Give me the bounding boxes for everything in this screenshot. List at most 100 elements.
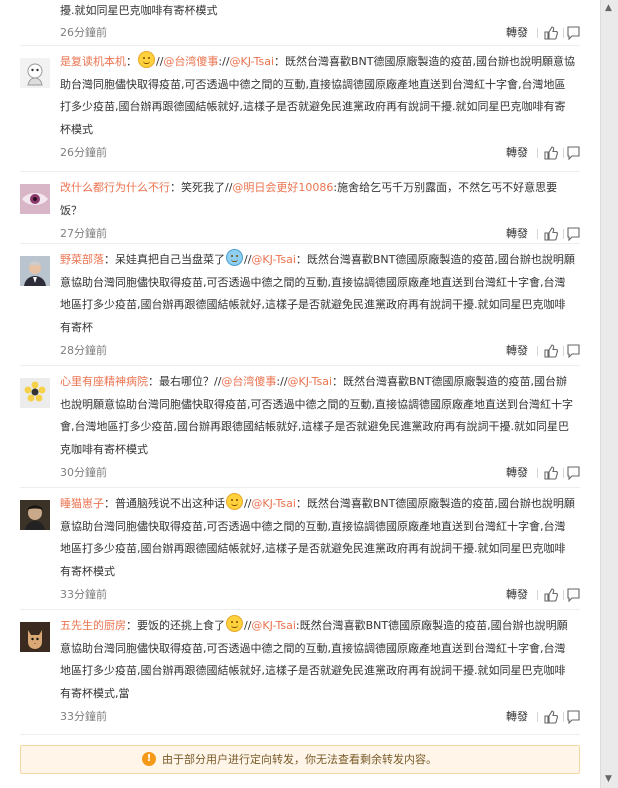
forward-button[interactable]: 轉發 [506, 584, 528, 606]
reply-icon[interactable] [567, 146, 580, 160]
comment-time: 28分鐘前 [60, 344, 107, 357]
divider [537, 590, 538, 600]
comment-body-text: ：要饭的还挑上食了 [126, 619, 225, 632]
comment-meta: 30分鐘前 轉發 [60, 462, 580, 484]
comment-divider [20, 609, 580, 610]
comment-divider [20, 487, 580, 488]
comment-meta: 33分鐘前 轉發 [60, 584, 580, 606]
emoji-icon [226, 249, 243, 266]
divider [537, 229, 538, 239]
comment-time: 27分鐘前 [60, 227, 107, 240]
scroll-down-arrow-icon[interactable]: ▼ [605, 775, 612, 784]
mention-link[interactable]: @KJ-Tsai [251, 253, 295, 266]
comment-text: 五先生的厨房：要饭的还挑上食了//@KJ-Tsai:既然台灣喜歡BNT德國原廠製… [60, 615, 576, 705]
forward-button[interactable]: 轉發 [506, 340, 528, 362]
warning-icon: ! [142, 752, 156, 766]
divider [563, 712, 564, 722]
comment-body-text: ：呆娃真把自己当盘菜了 [104, 253, 225, 266]
user-avatar[interactable] [20, 378, 50, 408]
forward-button[interactable]: 轉發 [506, 462, 528, 484]
comment-time: 33分鐘前 [60, 588, 107, 601]
comment-text: 心里有座精神病院：最右哪位？//@台湾傻事://@KJ-Tsai：既然台灣喜歡B… [60, 371, 576, 461]
comment-meta: 33分鐘前 轉發 [60, 706, 580, 728]
divider [537, 468, 538, 478]
comment-username[interactable]: 睡猫崽子 [60, 497, 104, 510]
reply-icon[interactable] [567, 344, 580, 358]
comment-time: 26分鐘前 [60, 146, 107, 159]
divider [537, 148, 538, 158]
like-icon[interactable] [544, 588, 558, 602]
user-avatar[interactable] [20, 500, 50, 530]
comment-body-text: ：笑死我了// [170, 181, 233, 194]
divider [537, 346, 538, 356]
comment-text: 睡猫崽子：普通脑残说不出这种话//@KJ-Tsai：既然台灣喜歡BNT德國原廠製… [60, 493, 576, 583]
divider [563, 28, 564, 38]
mention-link[interactable]: @KJ-Tsai [251, 619, 295, 632]
comment-body-text: ： [126, 55, 137, 68]
scrollbar[interactable]: ▲ ▼ [601, 0, 618, 788]
emoji-icon [138, 51, 155, 68]
notice-text: 由于部分用户进行定向转发，你无法查看剩余转发内容。 [162, 753, 437, 766]
user-avatar[interactable] [20, 622, 50, 652]
comment-username[interactable]: 改什么都行为什么不行 [60, 181, 170, 194]
comment-text: 是复读机本机：//@台湾傻事://@KJ-Tsai：既然台灣喜歡BNT德國原廠製… [60, 51, 576, 141]
comment-time: 26分鐘前 [60, 26, 107, 39]
divider [563, 148, 564, 158]
divider [563, 468, 564, 478]
comment-divider [20, 45, 580, 46]
comment-username[interactable]: 心里有座精神病院 [60, 375, 148, 388]
mention-link[interactable]: @KJ-Tsai [230, 55, 274, 68]
comment-time: 30分鐘前 [60, 466, 107, 479]
comment-text: 擾.就如同星巴克咖啡有寄杯模式 [60, 4, 218, 17]
user-avatar[interactable] [20, 58, 50, 88]
like-icon[interactable] [544, 26, 558, 40]
comment-meta: 28分鐘前 轉發 [60, 340, 580, 362]
comment-username[interactable]: 是复读机本机 [60, 55, 126, 68]
emoji-icon [226, 493, 243, 510]
comment-body-text: :// [276, 375, 288, 388]
divider [537, 712, 538, 722]
comment-meta: 26分鐘前 轉發 [60, 22, 580, 44]
reply-icon[interactable] [567, 588, 580, 602]
like-icon[interactable] [544, 710, 558, 724]
divider [563, 229, 564, 239]
forward-button[interactable]: 轉發 [506, 22, 528, 44]
comment-text: 野菜部落：呆娃真把自己当盘菜了//@KJ-Tsai：既然台灣喜歡BNT德國原廠製… [60, 249, 576, 339]
mention-link[interactable]: @台湾傻事 [221, 375, 276, 388]
scroll-up-arrow-icon[interactable]: ▲ [605, 4, 612, 13]
mention-link[interactable]: @KJ-Tsai [288, 375, 332, 388]
reply-icon[interactable] [567, 227, 580, 241]
divider [563, 590, 564, 600]
reply-icon[interactable] [567, 26, 580, 40]
emoji-icon [226, 615, 243, 632]
divider [563, 346, 564, 356]
forward-button[interactable]: 轉發 [506, 142, 528, 164]
mention-link[interactable]: @KJ-Tsai [251, 497, 295, 510]
forward-button[interactable]: 轉發 [506, 223, 528, 245]
mention-link[interactable]: @台湾傻事 [163, 55, 218, 68]
user-avatar[interactable] [20, 184, 50, 214]
comment-time: 33分鐘前 [60, 710, 107, 723]
reply-icon[interactable] [567, 466, 580, 480]
comment-username[interactable]: 五先生的厨房 [60, 619, 126, 632]
comment-username[interactable]: 野菜部落 [60, 253, 104, 266]
reply-icon[interactable] [567, 710, 580, 724]
comment-divider [20, 171, 580, 172]
forward-button[interactable]: 轉發 [506, 706, 528, 728]
divider [537, 28, 538, 38]
like-icon[interactable] [544, 146, 558, 160]
comment-body-text: ：既然台灣喜歡BNT德國原廠製造的疫苗,國台辦也說明願意協助台灣同胞儘快取得疫苗… [60, 55, 575, 136]
restricted-forward-notice: ! 由于部分用户进行定向转发，你无法查看剩余转发内容。 [20, 745, 580, 774]
like-icon[interactable] [544, 344, 558, 358]
comment-meta: 27分鐘前 轉發 [60, 223, 580, 245]
like-icon[interactable] [544, 466, 558, 480]
comment-text: 改什么都行为什么不行：笑死我了//@明日会更好10086:施舍给乞丐千万别露面，… [60, 177, 576, 222]
comment-meta: 26分鐘前 轉發 [60, 142, 580, 164]
comment-body-text: ：最右哪位？// [148, 375, 222, 388]
comment-body-text: :// [218, 55, 230, 68]
mention-link[interactable]: @明日会更好10086 [232, 181, 333, 194]
user-avatar[interactable] [20, 256, 50, 286]
comment-body-text: ：普通脑残说不出这种话 [104, 497, 225, 510]
comment-divider [20, 365, 580, 366]
like-icon[interactable] [544, 227, 558, 241]
